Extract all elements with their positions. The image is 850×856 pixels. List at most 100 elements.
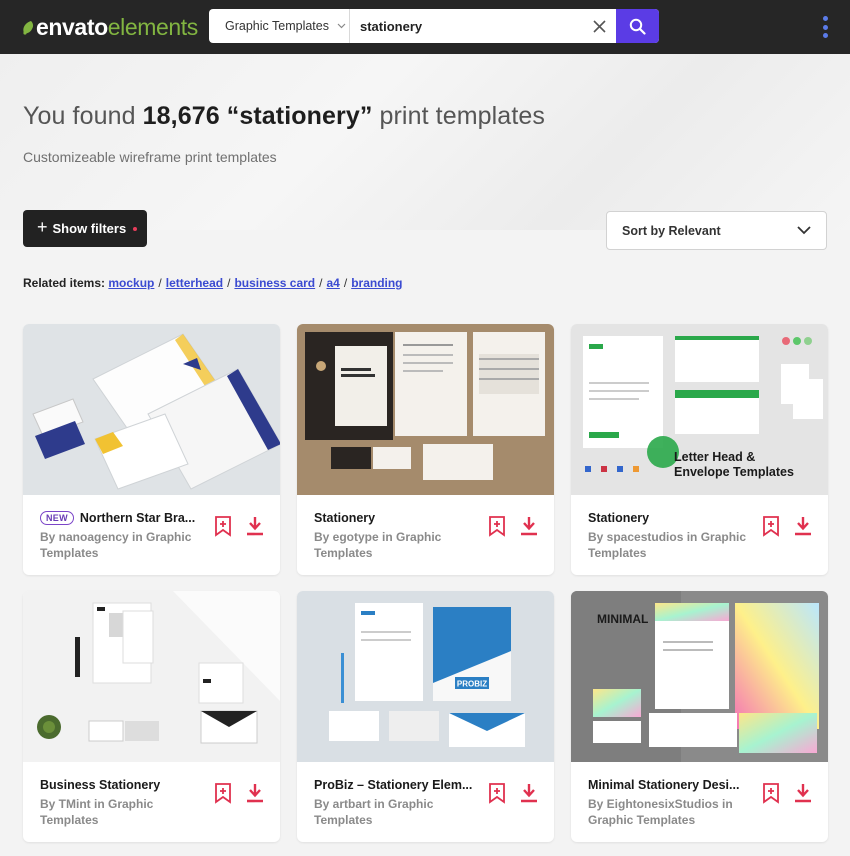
template-author[interactable]: By egotype in Graphic Templates bbox=[314, 530, 474, 561]
template-title[interactable]: Stationery bbox=[588, 511, 649, 525]
related-link-letterhead[interactable]: letterhead bbox=[166, 276, 223, 290]
bookmark-plus-icon[interactable] bbox=[761, 515, 781, 537]
template-title-text: Minimal Stationery Desi... bbox=[588, 778, 740, 792]
download-icon[interactable] bbox=[793, 782, 813, 804]
template-card[interactable]: Letter Head & Envelope Templates Station… bbox=[571, 324, 828, 575]
envato-elements-logo[interactable]: envato elements bbox=[22, 13, 198, 41]
leaf-icon bbox=[23, 20, 34, 35]
template-thumbnail[interactable] bbox=[23, 591, 280, 762]
search-button[interactable] bbox=[616, 9, 659, 43]
bookmark-plus-icon[interactable] bbox=[213, 782, 233, 804]
new-badge: NEW bbox=[40, 511, 74, 525]
search-icon bbox=[629, 18, 646, 35]
heading-prefix: You found bbox=[23, 102, 136, 130]
template-meta: Minimal Stationery Desi... By Eightonesi… bbox=[571, 762, 828, 842]
thumbnail-caption-2: Envelope Templates bbox=[674, 465, 794, 479]
heading-suffix: print templates bbox=[379, 102, 545, 130]
category-label: Graphic Templates bbox=[225, 19, 329, 33]
template-title[interactable]: NEW Northern Star Bra... bbox=[40, 511, 195, 525]
related-label: Related items: bbox=[23, 276, 106, 290]
author-line-1: By nanoagency in Graphic bbox=[40, 530, 192, 544]
results-count: 18,676 “stationery” bbox=[142, 102, 373, 130]
download-icon[interactable] bbox=[245, 515, 265, 537]
template-title-text: Stationery bbox=[588, 511, 650, 525]
sort-label: Sort by Relevant bbox=[622, 223, 721, 238]
author-line-1: By TMint in Graphic bbox=[40, 797, 154, 811]
bookmark-plus-icon[interactable] bbox=[213, 515, 233, 537]
results-subtitle: Customizeable wireframe print templates bbox=[23, 149, 277, 165]
sort-dropdown[interactable]: Sort by Relevant bbox=[606, 211, 827, 250]
template-title-text: Stationery bbox=[314, 511, 376, 525]
results-heading: You found 18,676 “stationery” print temp… bbox=[23, 102, 545, 131]
template-author[interactable]: By EightonesixStudios in Graphic Templat… bbox=[588, 797, 748, 828]
template-meta: Business Stationery By TMint in Graphic … bbox=[23, 762, 280, 842]
template-thumbnail[interactable] bbox=[297, 324, 554, 495]
bookmark-plus-icon[interactable] bbox=[487, 515, 507, 537]
more-menu-icon[interactable] bbox=[820, 16, 830, 38]
template-meta: ProBiz – Stationery Elem... By artbart i… bbox=[297, 762, 554, 842]
related-link-mockup[interactable]: mockup bbox=[108, 276, 154, 290]
template-title[interactable]: Business Stationery bbox=[40, 778, 160, 792]
thumbnail-caption: MINIMAL bbox=[597, 612, 648, 626]
template-author[interactable]: By nanoagency in Graphic Templates bbox=[40, 530, 200, 561]
plus-icon: + bbox=[37, 217, 48, 237]
template-author[interactable]: By artbart in Graphic Templates bbox=[314, 797, 474, 828]
author-line-2: Templates bbox=[40, 812, 99, 827]
author-line-2: Templates bbox=[588, 545, 647, 560]
filter-indicator-dot bbox=[133, 226, 138, 231]
bookmark-plus-icon[interactable] bbox=[487, 782, 507, 804]
author-line-2: Templates bbox=[40, 545, 99, 560]
template-title[interactable]: Minimal Stationery Desi... bbox=[588, 778, 739, 792]
thumbnail-caption: PROBIZ bbox=[457, 680, 487, 689]
author-line-1: By spacestudios in Graphic bbox=[588, 530, 747, 544]
template-author[interactable]: By spacestudios in Graphic Templates bbox=[588, 530, 748, 561]
results-hero: You found 18,676 “stationery” print temp… bbox=[0, 54, 850, 230]
author-line-2: Templates bbox=[314, 812, 373, 827]
related-link-branding[interactable]: branding bbox=[351, 276, 402, 290]
template-title-text: Northern Star Bra... bbox=[79, 511, 196, 525]
chevron-down-icon bbox=[337, 23, 346, 29]
template-title-text: Business Stationery bbox=[40, 778, 161, 792]
related-items: Related items: mockup / letterhead / busines… bbox=[23, 276, 403, 290]
author-line-2: Graphic Templates bbox=[588, 812, 696, 827]
template-thumbnail[interactable]: Letter Head & Envelope Templates bbox=[571, 324, 828, 495]
template-title[interactable]: Stationery bbox=[314, 511, 375, 525]
download-icon[interactable] bbox=[793, 515, 813, 537]
search-bar: Graphic Templates bbox=[209, 9, 659, 43]
bookmark-plus-icon[interactable] bbox=[761, 782, 781, 804]
template-title-text: ProBiz – Stationery Elem... bbox=[314, 778, 473, 792]
author-line-1: By EightonesixStudios in bbox=[588, 797, 733, 811]
template-meta: Stationery By spacestudios in Graphic Te… bbox=[571, 495, 828, 575]
close-icon bbox=[592, 19, 606, 33]
template-card[interactable]: PROBIZ ProBiz – Stationery Elem... By ar… bbox=[297, 591, 554, 842]
template-author[interactable]: By TMint in Graphic Templates bbox=[40, 797, 200, 828]
show-filters-label: Show filters bbox=[52, 221, 127, 236]
template-thumbnail[interactable]: PROBIZ bbox=[297, 591, 554, 762]
template-meta: NEW Northern Star Bra... By nanoagency i… bbox=[23, 495, 280, 575]
template-thumbnail[interactable]: MINIMAL bbox=[571, 591, 828, 762]
logo-text-envato: envato bbox=[36, 13, 108, 40]
top-bar: envato elements Graphic Templates bbox=[0, 0, 850, 54]
thumbnail-caption-1: Letter Head & bbox=[674, 450, 755, 464]
template-card[interactable]: MINIMAL Minimal Stationery Desi... By Ei… bbox=[571, 591, 828, 842]
download-icon[interactable] bbox=[519, 515, 539, 537]
clear-search-button[interactable] bbox=[582, 9, 616, 43]
download-icon[interactable] bbox=[519, 782, 539, 804]
chevron-down-icon bbox=[797, 226, 811, 235]
category-dropdown[interactable]: Graphic Templates bbox=[209, 9, 350, 43]
author-line-2: Templates bbox=[314, 545, 373, 560]
logo-text-elements: elements bbox=[107, 13, 199, 40]
template-title[interactable]: ProBiz – Stationery Elem... bbox=[314, 778, 472, 792]
download-icon[interactable] bbox=[245, 782, 265, 804]
related-link-a4[interactable]: a4 bbox=[326, 276, 339, 290]
author-line-1: By egotype in Graphic bbox=[314, 530, 442, 544]
template-card[interactable]: Stationery By egotype in Graphic Templat… bbox=[297, 324, 554, 575]
template-thumbnail[interactable] bbox=[23, 324, 280, 495]
template-meta: Stationery By egotype in Graphic Templat… bbox=[297, 495, 554, 575]
search-input[interactable] bbox=[350, 9, 582, 43]
related-link-business-card[interactable]: business card bbox=[234, 276, 315, 290]
author-line-1: By artbart in Graphic bbox=[314, 797, 434, 811]
show-filters-button[interactable]: + Show filters bbox=[23, 210, 147, 247]
template-card[interactable]: NEW Northern Star Bra... By nanoagency i… bbox=[23, 324, 280, 575]
template-card[interactable]: Business Stationery By TMint in Graphic … bbox=[23, 591, 280, 842]
